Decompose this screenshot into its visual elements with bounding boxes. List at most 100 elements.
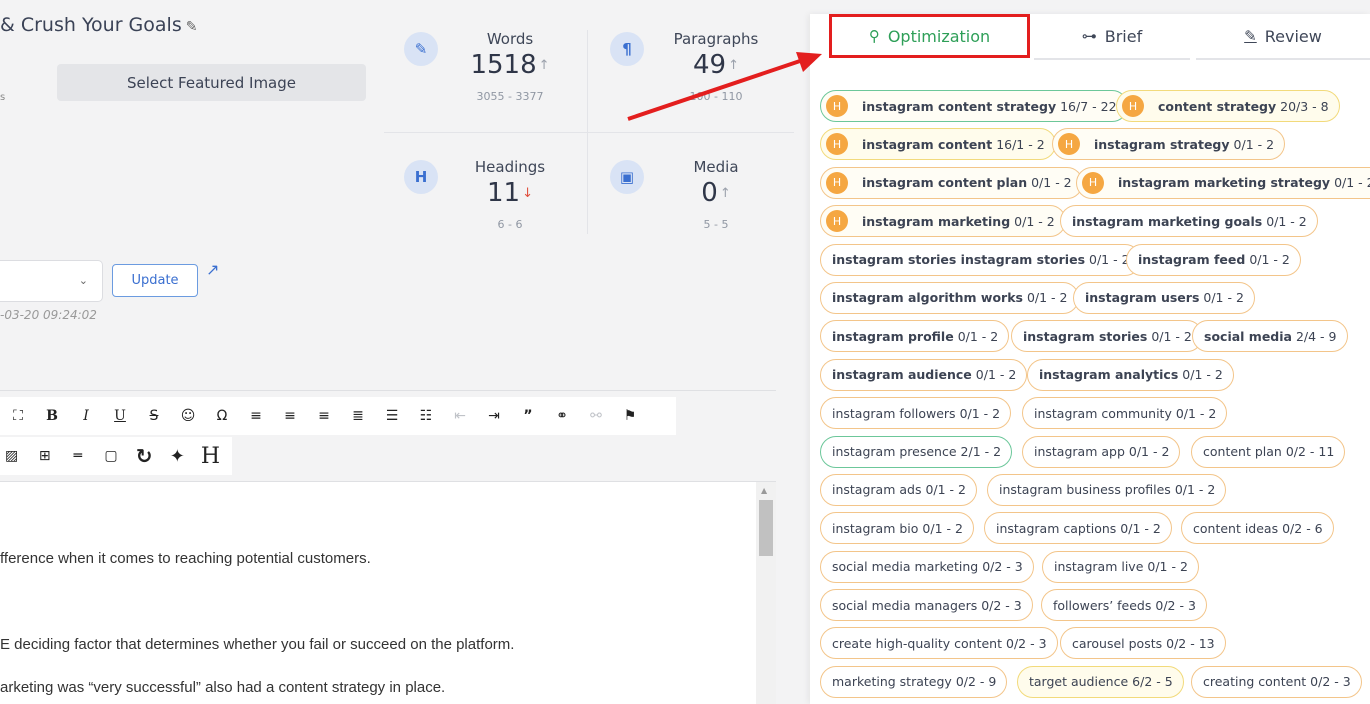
keyword-text: instagram content strategy (862, 98, 1057, 114)
keyword-text: instagram stories instagram stories (832, 252, 1086, 268)
keyword-chip[interactable]: Hinstagram marketing strategy0/1 - 2 (1076, 166, 1370, 199)
editor-scrollbar[interactable]: ▲ (756, 482, 776, 704)
post-title[interactable]: & Crush Your Goals ✎ (0, 14, 197, 36)
editor-line: arketing was “very successful” also had … (0, 679, 446, 696)
bullet-list-icon[interactable]: ☷ (414, 408, 438, 424)
tab-review[interactable]: ✎ Review (1196, 14, 1370, 58)
keyword-chip[interactable]: instagram presence 2/1 - 2 (820, 435, 1013, 468)
scroll-up-icon[interactable]: ▲ (761, 486, 767, 495)
keyword-count: 0/1 - 2 (1249, 252, 1290, 268)
tab-brief[interactable]: ⊶ Brief (1034, 14, 1190, 58)
keyword-chip[interactable]: create high-quality content 0/2 - 3 (820, 627, 1058, 660)
horizontal-rule-icon[interactable]: ═ (66, 448, 89, 464)
tab-optimization[interactable]: ⚲ Optimization (829, 14, 1030, 58)
align-justify-icon[interactable]: ≣ (346, 408, 370, 424)
fullscreen-icon[interactable]: ⛶ (6, 408, 30, 424)
toolbar-row: ▨ ⊞ ═ ▢ ↻ ✦ H (0, 437, 232, 475)
status-select[interactable]: ⌄ (0, 260, 103, 302)
heading-badge-icon: H (826, 133, 848, 156)
unlink-icon[interactable]: ⚯ (584, 408, 608, 424)
underline-icon[interactable]: U (108, 408, 132, 424)
keyword-chip[interactable]: creating content 0/2 - 3 (1191, 665, 1362, 698)
keyword-chip[interactable]: Hinstagram content 16/1 - 2 (820, 128, 1056, 161)
keyword-count: 0/2 - 3 (1155, 597, 1196, 613)
keyword-chip[interactable]: instagram live 0/1 - 2 (1042, 550, 1199, 583)
editor-area: & Crush Your Goals ✎ s Select Featured Im… (0, 0, 810, 704)
keyword-chip[interactable]: Hinstagram content strategy 16/7 - 22 (820, 90, 1128, 122)
keyword-chip[interactable]: social media managers 0/2 - 3 (820, 589, 1033, 622)
table-icon[interactable]: ⊞ (33, 448, 56, 464)
keyword-count: 16/1 - 2 (996, 136, 1045, 152)
keyword-chip[interactable]: instagram profile 0/1 - 2 (820, 320, 1010, 353)
keyword-chip[interactable]: content ideas 0/2 - 6 (1181, 512, 1334, 545)
post-title-text[interactable]: & Crush Your Goals (0, 14, 182, 36)
keyword-chip[interactable]: instagram audience 0/1 - 2 (820, 358, 1028, 391)
twitter-icon[interactable]: ✦ (166, 446, 189, 467)
editor-content[interactable]: fference when it comes to reaching poten… (0, 481, 776, 704)
keyword-count: 0/1 - 2 (1120, 520, 1161, 536)
keyword-chip[interactable]: instagram app 0/1 - 2 (1022, 435, 1181, 468)
keyword-count: 0/1 - 2 (1175, 405, 1217, 421)
keyword-row: Hinstagram marketing 0/1 - 2 instagram mar… (820, 205, 1365, 243)
stat-range: 6 - 6 (497, 218, 523, 231)
keyword-chip[interactable]: instagram ads 0/1 - 2 (820, 473, 977, 506)
keyword-chip[interactable]: Hinstagram content plan 0/1 - 2 (820, 166, 1083, 199)
keyword-count: 0/2 - 11 (1285, 444, 1335, 460)
keyword-count: 0/1 - 2 (1147, 559, 1188, 575)
keyword-chip[interactable]: instagram community 0/1 - 2 (1022, 397, 1228, 430)
special-char-icon[interactable]: Ω (210, 408, 234, 424)
keyword-row: social media managers 0/2 - 3 followers’ f… (820, 589, 1365, 627)
edit-pencil-icon[interactable]: ✎ (186, 19, 198, 35)
keyword-count: 0/1 - 2 (1203, 290, 1244, 306)
update-button[interactable]: Update (112, 264, 198, 297)
keyword-chip[interactable]: instagram users 0/1 - 2 (1073, 281, 1255, 314)
keyword-chip[interactable]: instagram analytics 0/1 - 2 (1027, 358, 1234, 391)
keyword-chip[interactable]: instagram stories instagram stories 0/1 -… (820, 243, 1141, 276)
keyword-chip[interactable]: carousel posts 0/2 - 13 (1060, 627, 1226, 660)
blockquote-icon[interactable]: ” (516, 408, 540, 424)
redo-icon[interactable]: ↻ (133, 444, 156, 468)
keyword-chip[interactable]: social media marketing 0/2 - 3 (820, 550, 1034, 583)
emoji-icon[interactable]: ☺ (176, 408, 200, 424)
keyword-count: 0/1 - 2 (1334, 175, 1370, 191)
bold-icon[interactable]: B (40, 408, 64, 424)
image-icon[interactable]: ▨ (0, 448, 23, 464)
keyword-chip[interactable]: Hinstagram strategy 0/1 - 2 (1052, 128, 1286, 161)
keyword-chip[interactable]: instagram bio 0/1 - 2 (820, 512, 974, 545)
keyword-chip[interactable]: instagram business profiles 0/1 - 2 (987, 473, 1227, 506)
page-break-icon[interactable]: ▢ (99, 448, 122, 464)
align-left-icon[interactable]: ≡ (244, 408, 268, 424)
italic-icon[interactable]: I (74, 408, 98, 424)
keyword-text: instagram followers (832, 405, 956, 421)
keyword-chip[interactable]: instagram stories 0/1 - 2 (1011, 320, 1203, 353)
ordered-list-icon[interactable]: ☰ (380, 408, 404, 424)
strikethrough-icon[interactable]: S (142, 408, 166, 424)
keyword-chip[interactable]: target audience 6/2 - 5 (1017, 665, 1184, 698)
stat-range: 100 - 110 (689, 90, 743, 103)
align-right-icon[interactable]: ≡ (312, 408, 336, 424)
keyword-chip[interactable]: marketing strategy 0/2 - 9 (820, 665, 1008, 698)
keyword-chip[interactable]: instagram captions 0/1 - 2 (984, 512, 1172, 545)
link-icon[interactable]: ⚭ (550, 408, 574, 424)
scrollbar-thumb[interactable] (759, 500, 773, 556)
external-link-icon[interactable]: ↗ (206, 260, 219, 279)
keyword-text: content strategy (1158, 98, 1277, 114)
keyword-chip[interactable]: social media 2/4 - 9 (1192, 320, 1348, 353)
outdent-icon[interactable]: ⇤ (448, 408, 472, 424)
keyword-text: instagram marketing goals (1072, 213, 1263, 229)
heading-icon[interactable]: H (199, 444, 222, 469)
indent-icon[interactable]: ⇥ (482, 408, 506, 424)
keyword-chip[interactable]: instagram algorithm works 0/1 - 2 (820, 281, 1079, 314)
align-center-icon[interactable]: ≡ (278, 408, 302, 424)
keyword-row: instagram presence 2/1 - 2 instagram app 0/… (820, 435, 1365, 474)
select-featured-image-button[interactable]: Select Featured Image (57, 64, 366, 101)
keyword-chip[interactable]: instagram followers 0/1 - 2 (820, 397, 1012, 430)
keyword-chip[interactable]: Hinstagram marketing 0/1 - 2 (820, 205, 1066, 238)
flag-icon[interactable]: ⚑ (618, 408, 642, 424)
keyword-chip[interactable]: followers’ feeds 0/2 - 3 (1041, 589, 1207, 622)
keyword-chip[interactable]: content plan 0/2 - 11 (1191, 435, 1346, 468)
keyword-chip[interactable]: instagram marketing goals 0/1 - 2 (1060, 205, 1318, 238)
keyword-chip[interactable]: Hcontent strategy 20/3 - 8 (1116, 90, 1340, 122)
keyword-text: creating content (1203, 674, 1307, 690)
keyword-chip[interactable]: instagram feed 0/1 - 2 (1126, 243, 1301, 276)
